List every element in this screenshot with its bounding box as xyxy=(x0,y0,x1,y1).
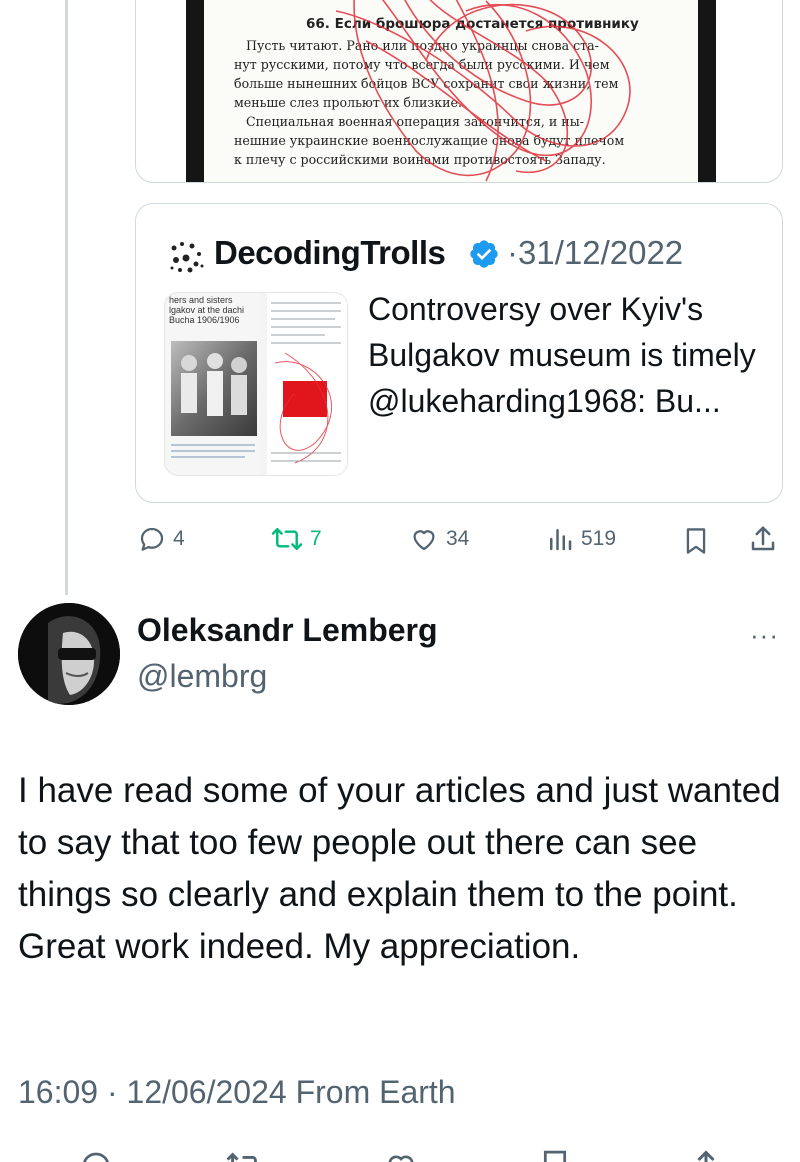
heart-icon[interactable] xyxy=(382,1148,420,1162)
share-icon[interactable] xyxy=(748,524,778,554)
bookmark-icon[interactable] xyxy=(538,1148,572,1162)
document-photo: 66. Если брошюра достанется противнику П… xyxy=(186,0,716,182)
date-separator: · xyxy=(507,234,518,271)
quoted-author-name[interactable]: DecodingTrolls xyxy=(214,234,446,272)
retweet-action[interactable]: 7 xyxy=(270,524,322,554)
reply-icon xyxy=(140,527,164,551)
reply-body-text: I have read some of your articles and ju… xyxy=(18,771,781,966)
quoted-tweet-card[interactable]: DecodingTrolls ·31/12/2022 hers and sist… xyxy=(135,203,783,503)
verified-badge-icon xyxy=(470,240,498,268)
reply-author-handle[interactable]: @lembrg xyxy=(137,658,267,695)
reply-action[interactable]: 4 xyxy=(137,524,185,554)
thumb-caption: Bucha 1906/1906 xyxy=(169,315,240,325)
user-avatar[interactable] xyxy=(18,603,120,705)
quoted-tweet-date[interactable]: ·31/12/2022 xyxy=(507,234,683,272)
like-action[interactable]: 34 xyxy=(408,524,469,554)
reply-icon[interactable] xyxy=(78,1148,114,1162)
thumb-caption: lgakov at the dachi xyxy=(169,305,245,315)
reply-date: 12/06/2024 xyxy=(126,1074,287,1110)
red-scribble-overlay xyxy=(335,0,631,182)
heart-icon xyxy=(413,530,435,551)
bottom-action-bar xyxy=(0,1142,800,1162)
views-count: 519 xyxy=(581,527,617,550)
quoted-date-value: 31/12/2022 xyxy=(518,234,684,271)
reply-location: From Earth xyxy=(295,1074,456,1110)
bookmark-icon[interactable] xyxy=(682,526,710,556)
like-count: 34 xyxy=(446,527,470,550)
reply-timestamp[interactable]: 16:09 · 12/06/2024 From Earth xyxy=(18,1074,456,1111)
more-options-icon[interactable]: ··· xyxy=(750,620,779,651)
thumb-caption: hers and sisters xyxy=(169,295,233,305)
reply-author-name[interactable]: Oleksandr Lemberg xyxy=(137,612,438,649)
thread-connector-line xyxy=(65,0,68,595)
decodingtrolls-avatar[interactable] xyxy=(164,236,208,280)
retweet-count: 7 xyxy=(310,527,322,550)
quoted-tweet-thumbnail[interactable]: hers and sisters lgakov at the dachi Buc… xyxy=(164,292,348,476)
meta-separator: · xyxy=(106,1074,118,1110)
reply-count: 4 xyxy=(173,527,185,550)
reply-time: 16:09 xyxy=(18,1074,99,1110)
avatar-photo xyxy=(18,603,120,705)
retweet-icon xyxy=(271,528,303,550)
quoted-tweet-text[interactable]: Controversy over Kyiv's Bulgakov museum … xyxy=(368,286,768,424)
views-icon xyxy=(550,529,572,551)
retweet-icon[interactable] xyxy=(224,1148,264,1162)
share-icon[interactable] xyxy=(688,1148,724,1162)
media-image-card[interactable]: 66. Если брошюра достанется противнику П… xyxy=(135,0,783,183)
views-action[interactable]: 519 xyxy=(545,524,616,554)
